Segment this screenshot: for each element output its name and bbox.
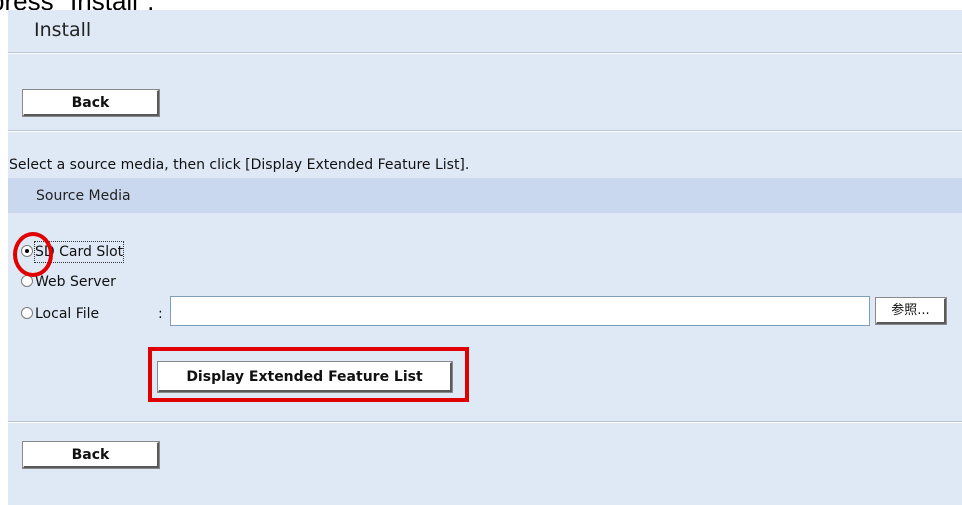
back-button-bottom[interactable]: Back xyxy=(22,441,160,469)
bottom-divider-highlight xyxy=(8,422,962,423)
browse-button[interactable]: 参照... xyxy=(875,297,947,325)
local-file-path-input[interactable] xyxy=(170,296,870,326)
install-panel: Install Back Select a source media, then… xyxy=(8,10,962,505)
instruction-text: Select a source media, then click [Displ… xyxy=(9,157,470,173)
radio-label-web-server[interactable]: Web Server xyxy=(35,272,116,292)
title-divider-highlight xyxy=(8,53,962,54)
highlight-circle xyxy=(13,232,53,277)
source-media-title: Source Media xyxy=(36,188,131,204)
radio-button-icon[interactable] xyxy=(21,307,33,319)
radio-label-local-file[interactable]: Local File xyxy=(35,304,99,324)
page-title: Install xyxy=(34,19,92,41)
local-file-colon: : xyxy=(158,306,163,322)
source-media-header: Source Media xyxy=(8,178,962,213)
back-button-top[interactable]: Back xyxy=(22,89,160,117)
toolbar-divider-highlight xyxy=(8,131,962,132)
highlight-rectangle xyxy=(148,347,469,402)
